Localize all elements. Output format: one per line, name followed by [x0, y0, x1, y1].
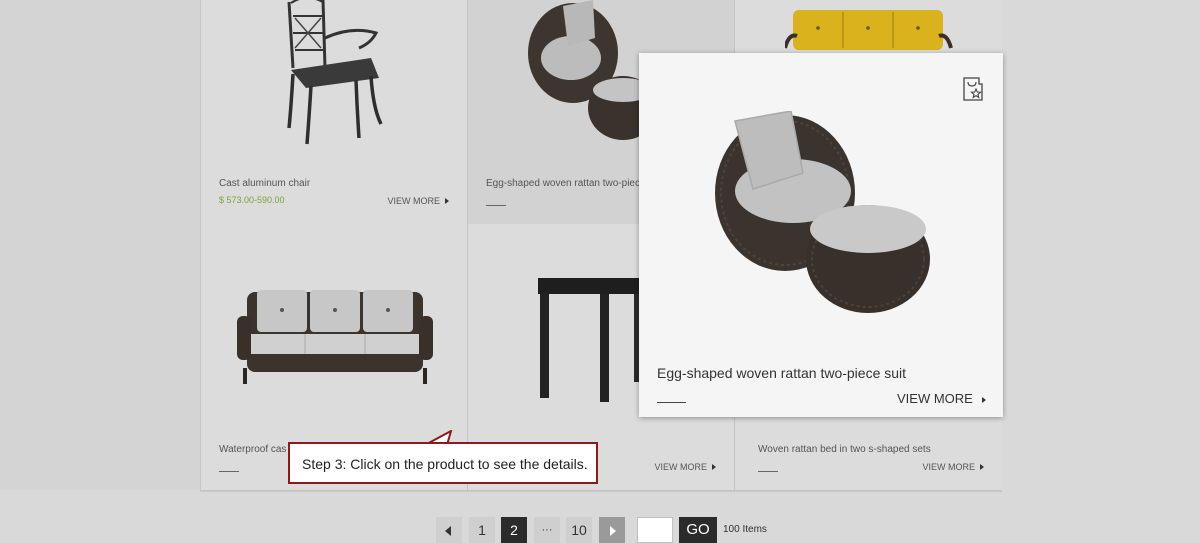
callout-text: Step 3: Click on the product to see the … [302, 456, 588, 472]
product-image-table[interactable] [538, 278, 648, 403]
view-more-label: VIEW MORE [654, 462, 707, 472]
view-more-link[interactable]: VIEW MORE [922, 462, 984, 472]
popup-product-title[interactable]: Egg-shaped woven rattan two-piece suit [657, 365, 906, 381]
product-hover-popup[interactable]: Egg-shaped woven rattan two-piece suit V… [639, 53, 1003, 417]
product-name[interactable]: Waterproof cas [219, 444, 286, 455]
chevron-right-icon [445, 198, 449, 204]
price-placeholder-dash [657, 402, 686, 403]
chevron-right-icon [980, 464, 984, 470]
view-more-link[interactable]: VIEW MORE [654, 462, 716, 472]
chevron-right-icon [712, 464, 716, 470]
product-name[interactable]: Woven rattan bed in two s-shaped sets [758, 444, 931, 455]
prev-page-button[interactable] [436, 517, 462, 543]
left-gutter [0, 0, 200, 490]
page-button-1[interactable]: 1 [469, 517, 495, 543]
popup-view-more-link[interactable]: VIEW MORE [897, 391, 986, 406]
page-button-2[interactable]: 2 [501, 517, 527, 543]
price-placeholder-dash [758, 471, 778, 472]
add-to-favorites-icon[interactable] [962, 76, 984, 102]
view-more-label: VIEW MORE [387, 196, 440, 206]
chevron-right-icon [981, 397, 986, 403]
view-more-label: VIEW MORE [897, 391, 973, 406]
go-button[interactable]: GO [679, 517, 717, 543]
view-more-link[interactable]: VIEW MORE [387, 196, 449, 206]
product-name[interactable]: Cast aluminum chair [219, 178, 310, 189]
product-image-egg-chair-large[interactable] [713, 111, 933, 316]
product-price: $ 573.00-590.00 [219, 195, 285, 205]
product-image-chair[interactable] [281, 0, 391, 148]
next-page-button[interactable] [599, 517, 625, 543]
page-ellipsis: ··· [534, 517, 560, 543]
product-name[interactable]: Egg-shaped woven rattan two-piec [486, 178, 640, 189]
view-more-label: VIEW MORE [922, 462, 975, 472]
price-placeholder-dash [486, 205, 506, 206]
product-image-grey-sofa[interactable] [237, 288, 433, 388]
chevron-right-icon [610, 526, 616, 536]
page-number-input[interactable] [637, 517, 673, 543]
total-items-count: 100 Items [723, 524, 767, 535]
price-placeholder-dash [219, 471, 239, 472]
product-image-yellow-sofa[interactable] [785, 8, 955, 53]
page-button-10[interactable]: 10 [566, 517, 592, 543]
product-image-egg-chair[interactable] [523, 0, 643, 148]
chevron-left-icon [445, 526, 451, 536]
instruction-callout: Step 3: Click on the product to see the … [288, 442, 598, 484]
